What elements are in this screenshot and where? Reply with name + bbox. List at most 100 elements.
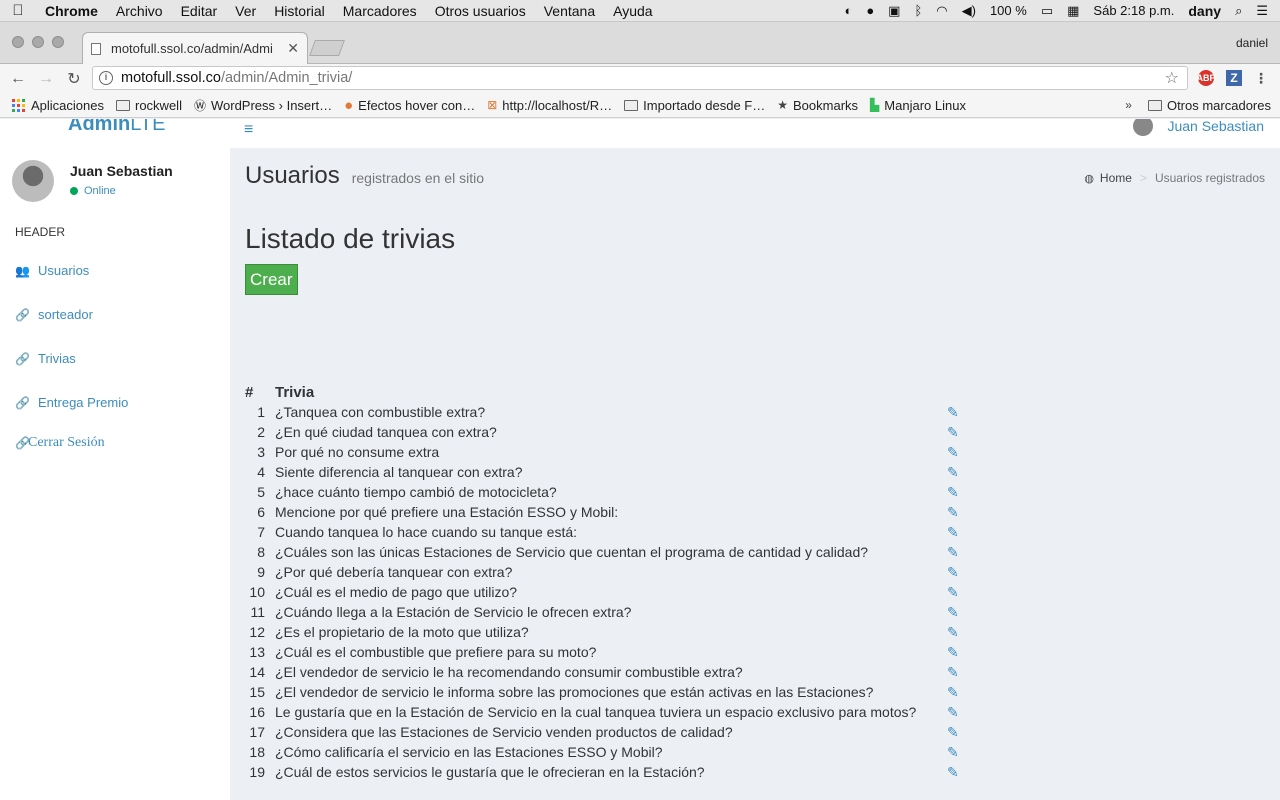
reload-icon[interactable]: ↻	[60, 69, 88, 89]
create-button[interactable]: Crear	[245, 264, 298, 295]
user-name: Juan Sebastian	[70, 163, 173, 179]
wifi-icon[interactable]: ◠	[936, 3, 947, 19]
apps-grid-icon	[12, 98, 25, 112]
row-number: 1	[257, 404, 265, 420]
menu-ventana[interactable]: Ventana	[535, 3, 604, 19]
menubar-user[interactable]: dany	[1188, 3, 1221, 19]
trivia-question: ¿Cuál es el medio de pago que utilizo?	[275, 584, 518, 600]
row-actions: ✎	[947, 582, 977, 602]
volume-icon[interactable]: ◀)	[962, 3, 976, 19]
bookmark-efectos-hover[interactable]: ● Efectos hover con…	[338, 97, 481, 114]
column-header-trivia: Trivia	[275, 383, 315, 401]
apple-menu-icon[interactable]: 	[0, 2, 36, 19]
bookmark-apps[interactable]: Aplicaciones	[0, 98, 110, 113]
sidebar-item-sorteador[interactable]: 🔗 sorteador	[15, 307, 93, 322]
logo[interactable]: AdminLTE	[68, 119, 165, 136]
sidebar-item-trivias[interactable]: 🔗 Trivias	[15, 351, 76, 366]
edit-pencil-icon[interactable]: ✎	[947, 604, 959, 621]
menu-historial[interactable]: Historial	[265, 3, 334, 19]
edit-pencil-icon[interactable]: ✎	[947, 764, 959, 781]
spotlight-search-icon[interactable]: ⌕	[1235, 3, 1242, 19]
edit-pencil-icon[interactable]: ✎	[947, 584, 959, 601]
close-window-button[interactable]	[12, 36, 24, 48]
row-number: 7	[257, 524, 265, 540]
zoom-window-button[interactable]	[52, 36, 64, 48]
bookmark-localhost[interactable]: ⊠ http://localhost/R…	[481, 98, 618, 113]
row-number: 19	[249, 764, 265, 780]
edit-pencil-icon[interactable]: ✎	[947, 664, 959, 681]
clock[interactable]: Sáb 2:18 p.m.	[1093, 3, 1174, 18]
edit-pencil-icon[interactable]: ✎	[947, 444, 959, 461]
bookmark-wordpress[interactable]: Ⓦ WordPress › Insert…	[188, 97, 338, 114]
browser-profile[interactable]: daniel	[1236, 36, 1268, 50]
menu-marcadores[interactable]: Marcadores	[334, 3, 426, 19]
sidebar-item-usuarios[interactable]: 👥 Usuarios	[15, 263, 89, 278]
battery-icon[interactable]: ▭	[1041, 3, 1053, 19]
colors-icon[interactable]: ◐	[844, 3, 852, 18]
bluetooth-icon[interactable]: ᛒ	[914, 3, 922, 18]
sidebar-item-cerrar-sesion[interactable]: 🔗 Cerrar Sesión	[15, 435, 105, 451]
new-tab-button[interactable]	[309, 40, 345, 56]
menu-extra-icon[interactable]: ▣	[888, 3, 900, 19]
edit-pencil-icon[interactable]: ✎	[947, 644, 959, 661]
row-actions: ✎	[947, 402, 977, 422]
site-info-icon[interactable]: i	[99, 71, 113, 85]
edit-pencil-icon[interactable]: ✎	[947, 744, 959, 761]
adblock-extension-icon[interactable]: ABP	[1197, 70, 1216, 86]
battery-percent[interactable]: 100 %	[990, 3, 1027, 18]
bookmark-bookmarks[interactable]: ★ Bookmarks	[771, 98, 864, 113]
more-bookmarks-chevron-icon[interactable]: »	[1115, 98, 1142, 112]
bookmark-manjaro[interactable]: ▙ Manjaro Linux	[864, 98, 972, 113]
bookmark-rockwell[interactable]: rockwell	[110, 98, 188, 113]
back-arrow-icon[interactable]: ←	[4, 70, 32, 88]
bookmark-star-icon[interactable]: ☆	[1165, 68, 1179, 88]
forward-arrow-icon[interactable]: →	[32, 70, 60, 88]
edit-pencil-icon[interactable]: ✎	[947, 684, 959, 701]
navbar-user-menu[interactable]: Juan Sebastian	[1133, 119, 1264, 136]
bookmark-otros-marcadores[interactable]: Otros marcadores	[1142, 98, 1280, 113]
xampp-icon: ⊠	[487, 98, 498, 112]
table-header-row: # Trivia	[245, 382, 977, 402]
browser-tab-active[interactable]: motofull.ssol.co/admin/Admi ✕	[82, 32, 308, 64]
sidebar-toggle-icon[interactable]: ≡	[244, 121, 253, 139]
edit-pencil-icon[interactable]: ✎	[947, 704, 959, 721]
breadcrumb-home[interactable]: Home	[1100, 171, 1132, 185]
row-number: 11	[250, 604, 265, 620]
edit-pencil-icon[interactable]: ✎	[947, 424, 959, 441]
edit-pencil-icon[interactable]: ✎	[947, 544, 959, 561]
menu-archivo[interactable]: Archivo	[107, 3, 172, 19]
bookmark-importado[interactable]: Importado desde F…	[618, 98, 771, 113]
sidebar-item-entrega-premio[interactable]: 🔗 Entrega Premio	[15, 395, 128, 410]
chrome-menu-icon[interactable]: ⋮	[1254, 70, 1268, 86]
menu-otros-usuarios[interactable]: Otros usuarios	[426, 3, 535, 19]
macos-menu-bar:  Chrome Archivo Editar Ver Historial Ma…	[0, 0, 1280, 22]
notification-center-icon[interactable]: ☰	[1256, 3, 1268, 19]
edit-pencil-icon[interactable]: ✎	[947, 464, 959, 481]
pocket-icon[interactable]: ●	[866, 3, 874, 18]
minimize-window-button[interactable]	[32, 36, 44, 48]
table-row: 11 ¿Cuándo llega a la Estación de Servici…	[245, 602, 977, 622]
edit-pencil-icon[interactable]: ✎	[947, 404, 959, 421]
zotero-extension-icon[interactable]: Z	[1226, 70, 1242, 86]
table-row: 6 Mencione por qué prefiere una Estación …	[245, 502, 977, 522]
edit-pencil-icon[interactable]: ✎	[947, 724, 959, 741]
row-actions: ✎	[947, 702, 977, 722]
edit-pencil-icon[interactable]: ✎	[947, 624, 959, 641]
menu-ver[interactable]: Ver	[226, 3, 265, 19]
menu-ayuda[interactable]: Ayuda	[604, 3, 661, 19]
menu-chrome[interactable]: Chrome	[36, 3, 107, 19]
row-number: 6	[257, 504, 265, 520]
row-number: 13	[249, 644, 265, 660]
edit-pencil-icon[interactable]: ✎	[947, 504, 959, 521]
edit-pencil-icon[interactable]: ✎	[947, 484, 959, 501]
address-bar[interactable]: i motofull.ssol.co/admin/Admin_trivia/ ☆	[92, 66, 1188, 90]
calendar-icon[interactable]: ▦	[1067, 3, 1079, 19]
edit-pencil-icon[interactable]: ✎	[947, 524, 959, 541]
trivia-question: ¿Cuáles son las únicas Estaciones de Ser…	[275, 544, 869, 560]
bookmarks-bar: Aplicaciones rockwell Ⓦ WordPress › Inse…	[0, 93, 1280, 118]
trivia-question: ¿Cómo calificaría el servicio en las Est…	[275, 744, 663, 760]
edit-pencil-icon[interactable]: ✎	[947, 564, 959, 581]
row-number: 15	[249, 684, 265, 700]
menu-editar[interactable]: Editar	[172, 3, 227, 19]
close-tab-icon[interactable]: ✕	[287, 40, 299, 57]
